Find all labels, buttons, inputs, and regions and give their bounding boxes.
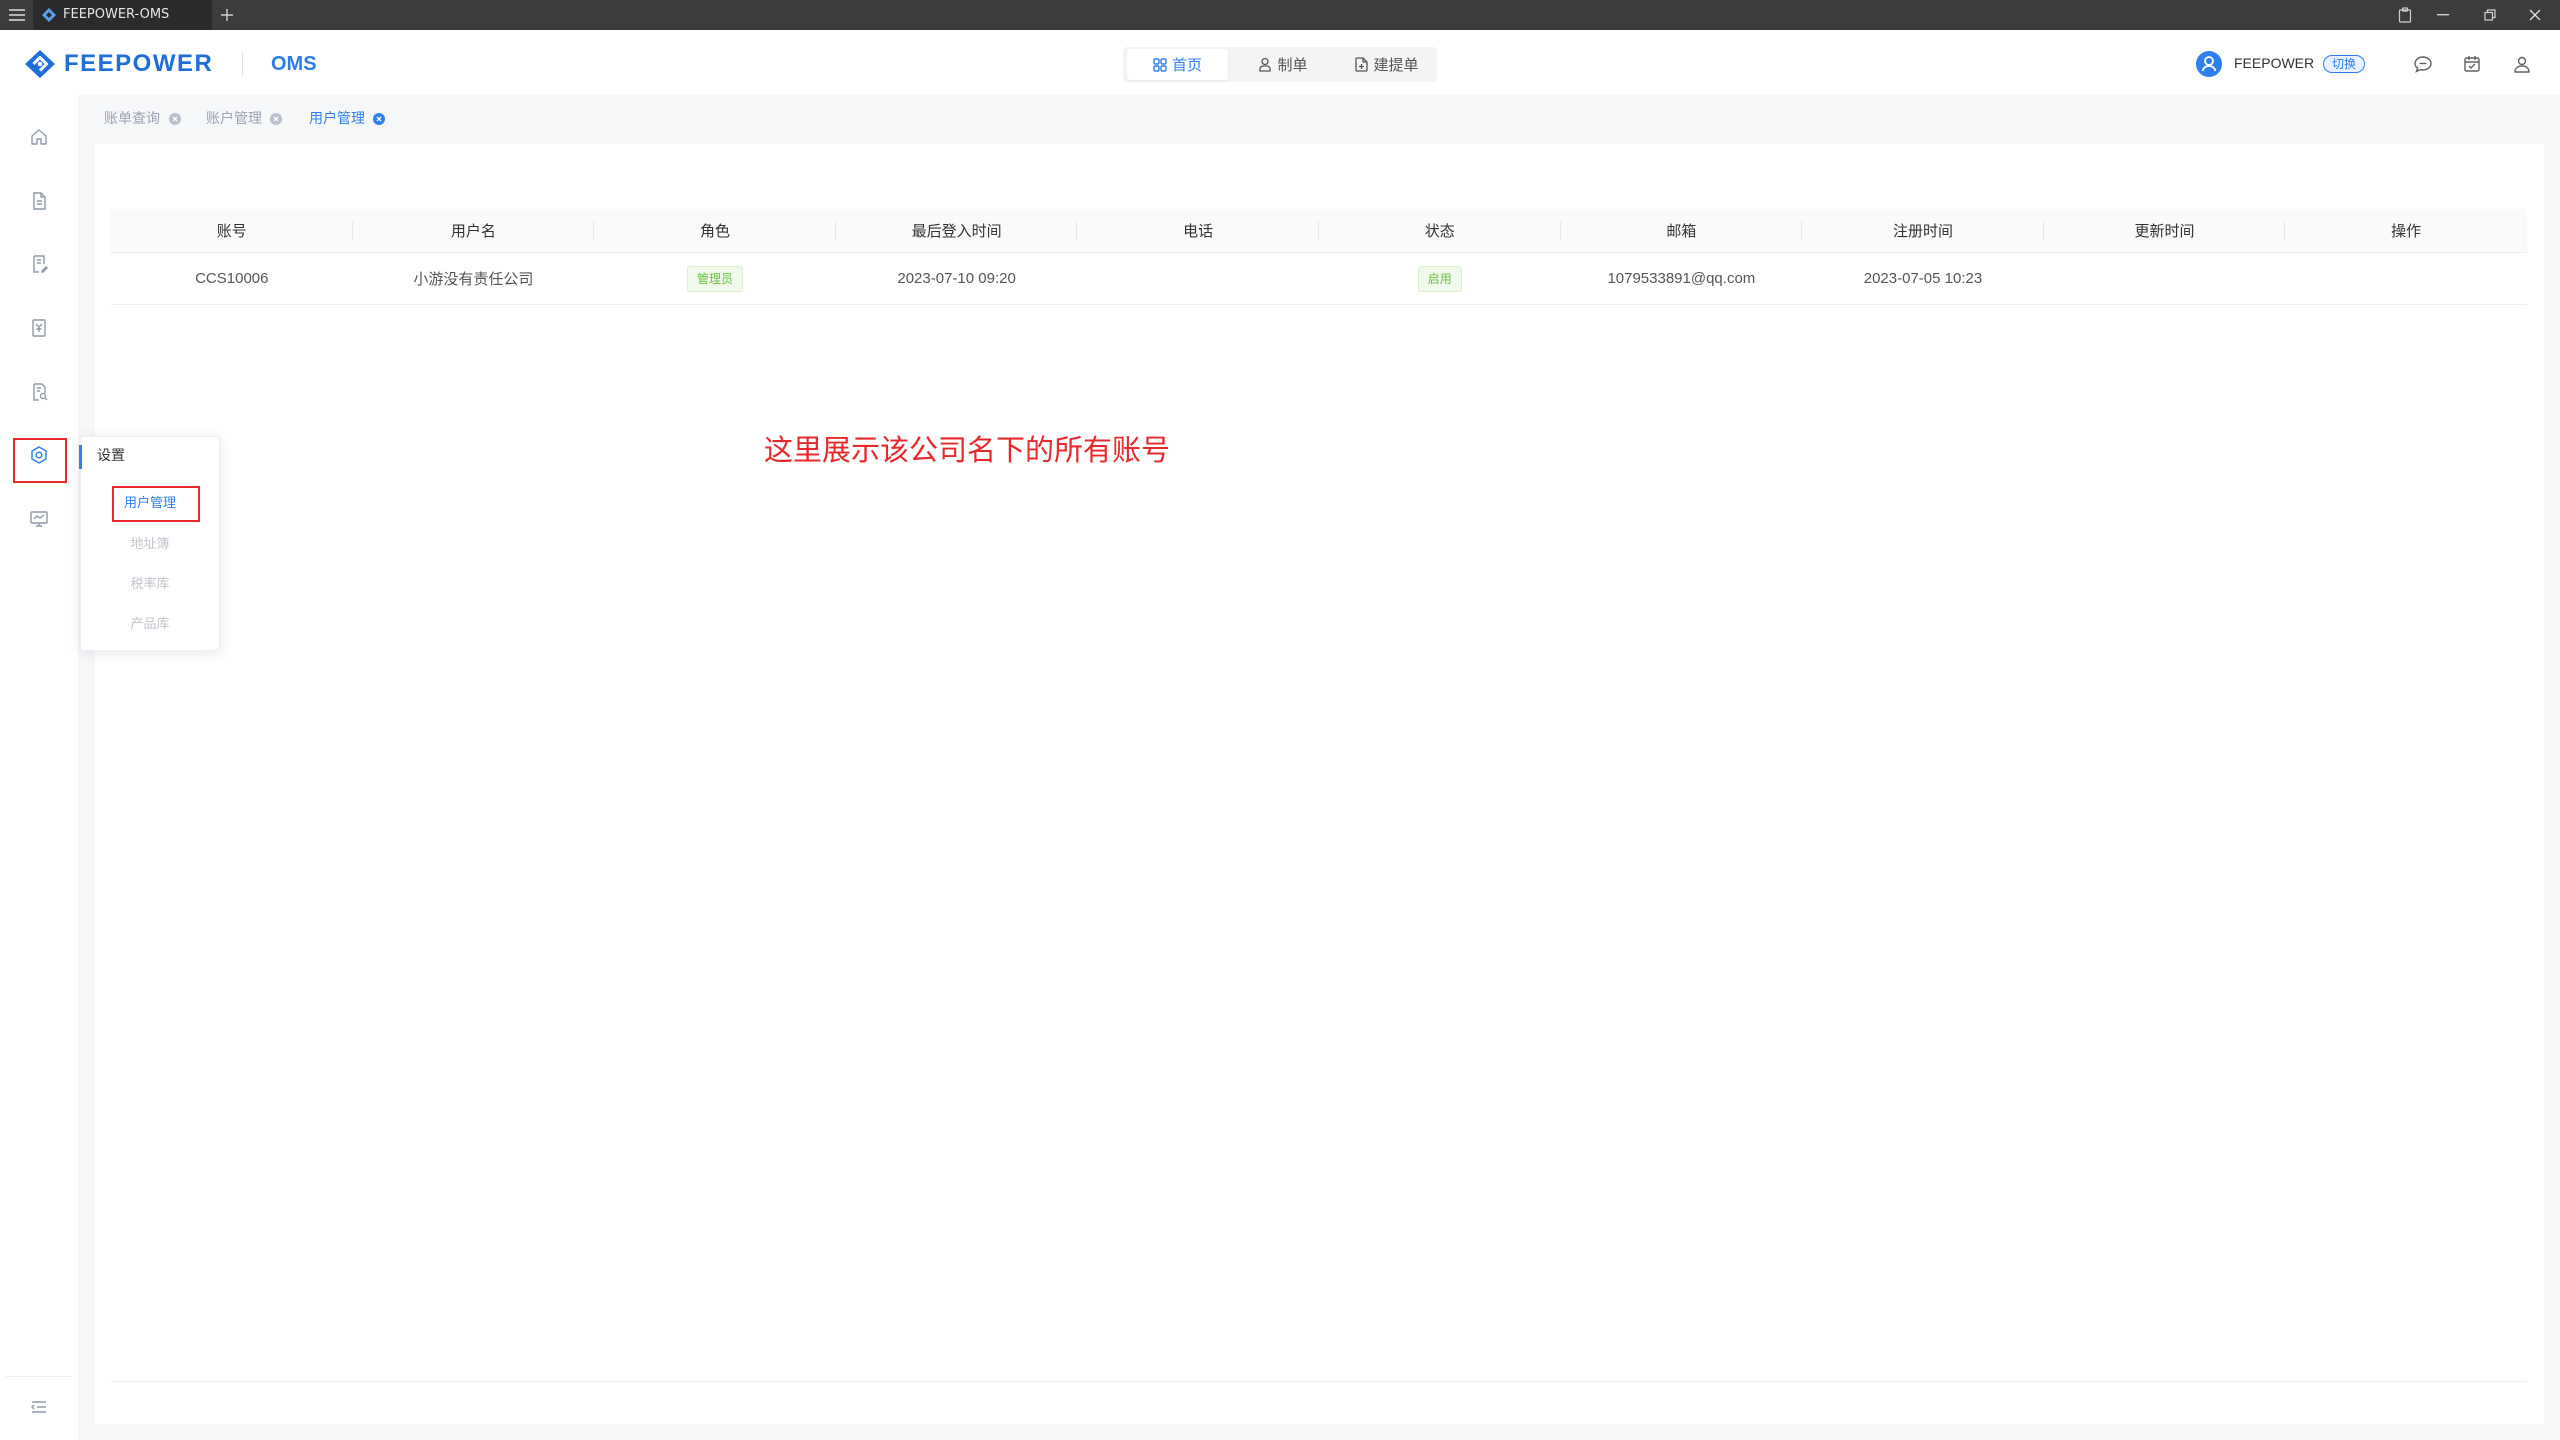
cell-role: 管理员	[594, 253, 836, 304]
message-icon[interactable]	[2413, 54, 2433, 74]
column-header[interactable]: 角色	[594, 209, 836, 252]
cell-phone	[1077, 253, 1319, 304]
cell-account: CCS10006	[195, 270, 269, 287]
feepower-logo-icon[interactable]	[24, 49, 56, 79]
column-header[interactable]: 状态	[1319, 209, 1561, 252]
settings-highlight-box	[13, 438, 67, 483]
hamburger-menu-icon[interactable]	[8, 8, 26, 22]
page-tab-bill-query[interactable]: 账单查询	[104, 110, 160, 128]
user-icon[interactable]	[2512, 54, 2532, 74]
calendar-check-icon[interactable]	[2462, 54, 2482, 74]
invoice-icon[interactable]	[29, 318, 49, 338]
new-tab-icon[interactable]	[220, 8, 234, 22]
pagination-divider	[111, 1381, 2527, 1382]
tab-close-icon[interactable]	[169, 113, 181, 125]
home-icon[interactable]	[29, 127, 49, 147]
cell-email: 1079533891@qq.com	[1607, 270, 1756, 287]
user-management-highlight-box	[112, 486, 200, 522]
app-header: FEEPOWER OMS 首页 制单 建提单 FEEPOWER 切换	[0, 30, 2560, 95]
flyout-active-bar	[79, 445, 82, 469]
tutorial-annotation: 这里展示该公司名下的所有账号	[764, 433, 1171, 467]
cell-status: 启用	[1319, 253, 1561, 304]
nav-home[interactable]: 首页	[1127, 49, 1228, 80]
main-panel	[95, 144, 2544, 1424]
nav-create-bill-label: 建提单	[1373, 56, 1419, 74]
menu-fold-icon[interactable]	[29, 1397, 49, 1417]
nav-create-bill[interactable]: 建提单	[1347, 49, 1427, 80]
product-name: OMS	[271, 53, 317, 75]
page-tab-account-management[interactable]: 账户管理	[206, 110, 262, 128]
page-tab-user-management[interactable]: 用户管理	[309, 110, 365, 128]
nav-create-order-label: 制单	[1277, 56, 1308, 74]
column-header[interactable]: 更新时间	[2044, 209, 2286, 252]
cell-username: 小游没有责任公司	[413, 271, 534, 288]
brand-divider	[242, 53, 243, 75]
cell-last-login: 2023-07-10 09:20	[897, 270, 1016, 287]
column-header[interactable]: 用户名	[353, 209, 595, 252]
tab-close-icon[interactable]	[373, 113, 385, 125]
switch-account-button[interactable]: 切换	[2323, 55, 2365, 73]
nav-home-label: 首页	[1171, 56, 1202, 74]
column-header[interactable]: 操作	[2285, 209, 2527, 252]
clipboard-icon[interactable]	[2398, 7, 2412, 23]
sidebar	[0, 95, 78, 1440]
top-nav: 首页 制单 建提单	[1123, 47, 1437, 82]
brand-logo-text[interactable]: FEEPOWER	[64, 48, 213, 80]
user-name[interactable]: FEEPOWER	[2234, 54, 2314, 72]
cell-updated	[2044, 253, 2286, 304]
user-table: 账号 用户名 角色 最后登入时间 电话 状态 邮箱 注册时间 更新时间 操作 C…	[111, 209, 2527, 305]
column-header[interactable]: 电话	[1077, 209, 1319, 252]
cell-registered: 2023-07-05 10:23	[1863, 270, 1983, 287]
monitor-chart-icon[interactable]	[29, 509, 49, 529]
table-row[interactable]: CCS10006 小游没有责任公司 管理员 2023-07-10 09:20 启…	[111, 253, 2527, 305]
cell-actions[interactable]	[2285, 253, 2527, 304]
table-header: 账号 用户名 角色 最后登入时间 电话 状态 邮箱 注册时间 更新时间 操作	[111, 209, 2527, 253]
column-header[interactable]: 账号	[111, 209, 353, 252]
document-icon[interactable]	[29, 191, 49, 211]
column-header[interactable]: 注册时间	[1802, 209, 2044, 252]
restore-icon[interactable]	[2484, 9, 2496, 21]
form-edit-icon[interactable]	[29, 254, 49, 274]
tab-close-icon[interactable]	[270, 113, 282, 125]
app-favicon-icon	[41, 7, 57, 23]
browser-tab-title: FEEPOWER-OMS	[63, 7, 170, 22]
flyout-title: 设置	[97, 448, 125, 464]
close-icon[interactable]	[2529, 9, 2541, 21]
sidebar-divider	[6, 1376, 72, 1377]
role-badge: 管理员	[686, 265, 743, 292]
window-titlebar: FEEPOWER-OMS	[0, 0, 2560, 30]
avatar[interactable]	[2196, 51, 2222, 77]
menu-item-address-book[interactable]: 地址簿	[81, 535, 219, 555]
settings-flyout-menu: 设置 用户管理 地址簿 税率库 产品库	[79, 436, 220, 651]
minimize-icon[interactable]	[2437, 14, 2449, 16]
menu-item-tax-rates[interactable]: 税率库	[81, 575, 219, 595]
doc-search-icon[interactable]	[29, 382, 49, 402]
status-badge: 启用	[1417, 265, 1462, 292]
grid-icon	[1153, 57, 1167, 72]
menu-item-products[interactable]: 产品库	[81, 615, 219, 635]
user-form-icon	[1258, 57, 1272, 72]
nav-create-order[interactable]: 制单	[1251, 49, 1315, 80]
column-header[interactable]: 最后登入时间	[836, 209, 1078, 252]
doc-plus-icon	[1355, 57, 1369, 72]
browser-tab[interactable]: FEEPOWER-OMS	[33, 0, 212, 30]
column-header[interactable]: 邮箱	[1561, 209, 1803, 252]
